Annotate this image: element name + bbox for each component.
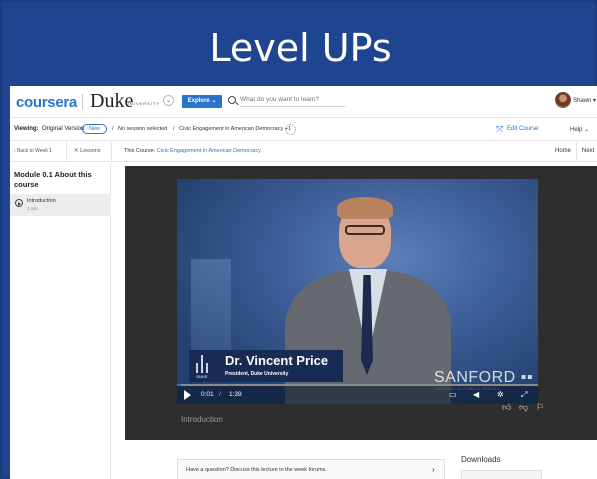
lessons-toggle[interactable]: ✕ Lessons bbox=[74, 148, 101, 154]
thumbs-down-icon[interactable]: 👎︎ bbox=[519, 402, 528, 413]
video-controls: 0:01 / 1:39 ▭ ◀ ✲ ⤢ bbox=[177, 384, 538, 404]
download-item[interactable] bbox=[461, 470, 542, 479]
slide-title: Level UPs bbox=[209, 26, 392, 70]
next-link[interactable]: Next bbox=[582, 148, 594, 154]
divider bbox=[66, 142, 67, 162]
user-menu[interactable]: Shawn ▾ bbox=[573, 97, 596, 104]
course-version-bar: Viewing: Original Version New / No sessi… bbox=[10, 119, 597, 141]
duke-chapel-logo-icon: DUKE bbox=[192, 353, 212, 379]
duke-logo-subtitle: UNIVERSITY bbox=[126, 101, 161, 106]
this-course-link[interactable]: Civic Engagement in American Democracy bbox=[157, 148, 261, 154]
course-selector[interactable]: Civic Engagement in American Democracy +… bbox=[179, 126, 291, 132]
back-label: Back to Week 1 bbox=[17, 148, 52, 154]
divider bbox=[576, 142, 577, 162]
time-total: 1:39 bbox=[229, 391, 242, 398]
user-name: Shawn bbox=[573, 98, 592, 104]
top-navigation-bar: coursera Duke UNIVERSITY ⌄ Explore ⌄ Sha… bbox=[10, 86, 597, 118]
forum-question-link[interactable]: Have a question? Discuss this lecture in… bbox=[177, 459, 445, 479]
volume-icon[interactable]: ◀ bbox=[473, 390, 479, 399]
lesson-sidebar: Module 0.1 About this course Introductio… bbox=[10, 163, 111, 479]
captions-icon[interactable]: ▭ bbox=[449, 390, 457, 399]
session-selector[interactable]: No session selected bbox=[118, 126, 167, 132]
lessons-label: Lessons bbox=[80, 148, 101, 154]
video-panel: DUKE Dr. Vincent Price President, Duke U… bbox=[125, 166, 597, 440]
version-label: Original Version bbox=[42, 126, 85, 132]
chevron-right-icon: › bbox=[432, 465, 435, 474]
help-label: Help bbox=[570, 127, 583, 133]
this-course-label: This Course: Civic Engagement in America… bbox=[124, 148, 261, 154]
search-icon[interactable] bbox=[228, 96, 236, 104]
chapel-spire bbox=[201, 355, 203, 373]
time-separator: / bbox=[219, 391, 221, 398]
thumbs-up-icon[interactable]: 👍︎ bbox=[502, 402, 511, 413]
speaker-title: President, Duke University bbox=[225, 371, 289, 377]
breadcrumb-separator: / bbox=[112, 126, 114, 132]
explore-label: Explore bbox=[187, 98, 210, 104]
slide-frame: Level UPs coursera Duke UNIVERSITY ⌄ Exp… bbox=[0, 0, 597, 479]
duke-mark-text: DUKE bbox=[196, 374, 208, 379]
video-caption: Introduction bbox=[181, 415, 223, 424]
edit-course-icon[interactable]: ⤧ bbox=[496, 124, 503, 134]
chapel-spire bbox=[206, 363, 208, 373]
gear-icon[interactable] bbox=[285, 124, 296, 135]
presenter-glasses bbox=[345, 225, 385, 235]
question-text: Have a question? Discuss this lecture in… bbox=[186, 467, 327, 473]
breadcrumb-separator: / bbox=[173, 126, 175, 132]
presenter-hair bbox=[337, 197, 393, 219]
progress-fill bbox=[177, 384, 181, 386]
logo-divider bbox=[82, 94, 83, 110]
back-to-week-link[interactable]: ‹ Back to Week 1 bbox=[14, 148, 52, 154]
speaker-name: Dr. Vincent Price bbox=[225, 353, 329, 368]
edit-course-button[interactable]: Edit Course bbox=[507, 126, 538, 132]
home-link[interactable]: Home bbox=[555, 148, 571, 154]
settings-gear-icon[interactable]: ✲ bbox=[497, 390, 504, 399]
partner-dropdown-chevron-icon[interactable]: ⌄ bbox=[163, 95, 174, 106]
video-player[interactable]: DUKE Dr. Vincent Price President, Duke U… bbox=[177, 179, 538, 404]
this-course-prefix: This Course: bbox=[124, 148, 156, 154]
avatar[interactable] bbox=[555, 92, 571, 108]
fullscreen-icon[interactable]: ⤢ bbox=[521, 390, 527, 399]
coursera-logo[interactable]: coursera bbox=[16, 94, 77, 111]
progress-bar[interactable] bbox=[177, 384, 538, 386]
search-input[interactable] bbox=[240, 93, 345, 107]
lesson-duration: 1 min bbox=[27, 206, 39, 211]
viewing-label: Viewing: bbox=[14, 126, 39, 132]
chapel-spire bbox=[196, 363, 198, 373]
module-title: Module 0.1 About this course bbox=[14, 170, 92, 189]
time-current: 0:01 bbox=[201, 391, 214, 398]
speaker-lower-third: DUKE Dr. Vincent Price President, Duke U… bbox=[189, 350, 343, 382]
flag-icon[interactable]: ⚐ bbox=[536, 402, 544, 413]
play-circle-icon bbox=[15, 199, 23, 207]
sidebar-item-introduction[interactable]: Introduction 1 min bbox=[10, 194, 111, 216]
explore-button[interactable]: Explore ⌄ bbox=[182, 95, 222, 108]
divider bbox=[111, 142, 112, 162]
help-menu[interactable]: Help ⌄ bbox=[570, 126, 589, 133]
new-version-button[interactable]: New bbox=[82, 124, 107, 134]
lesson-navigation-bar: ‹ Back to Week 1 ✕ Lessons This Course: … bbox=[10, 142, 597, 162]
coursera-screenshot: coursera Duke UNIVERSITY ⌄ Explore ⌄ Sha… bbox=[10, 86, 597, 479]
downloads-heading: Downloads bbox=[461, 455, 501, 464]
lesson-label: Introduction bbox=[27, 198, 56, 204]
play-icon[interactable] bbox=[184, 390, 191, 400]
